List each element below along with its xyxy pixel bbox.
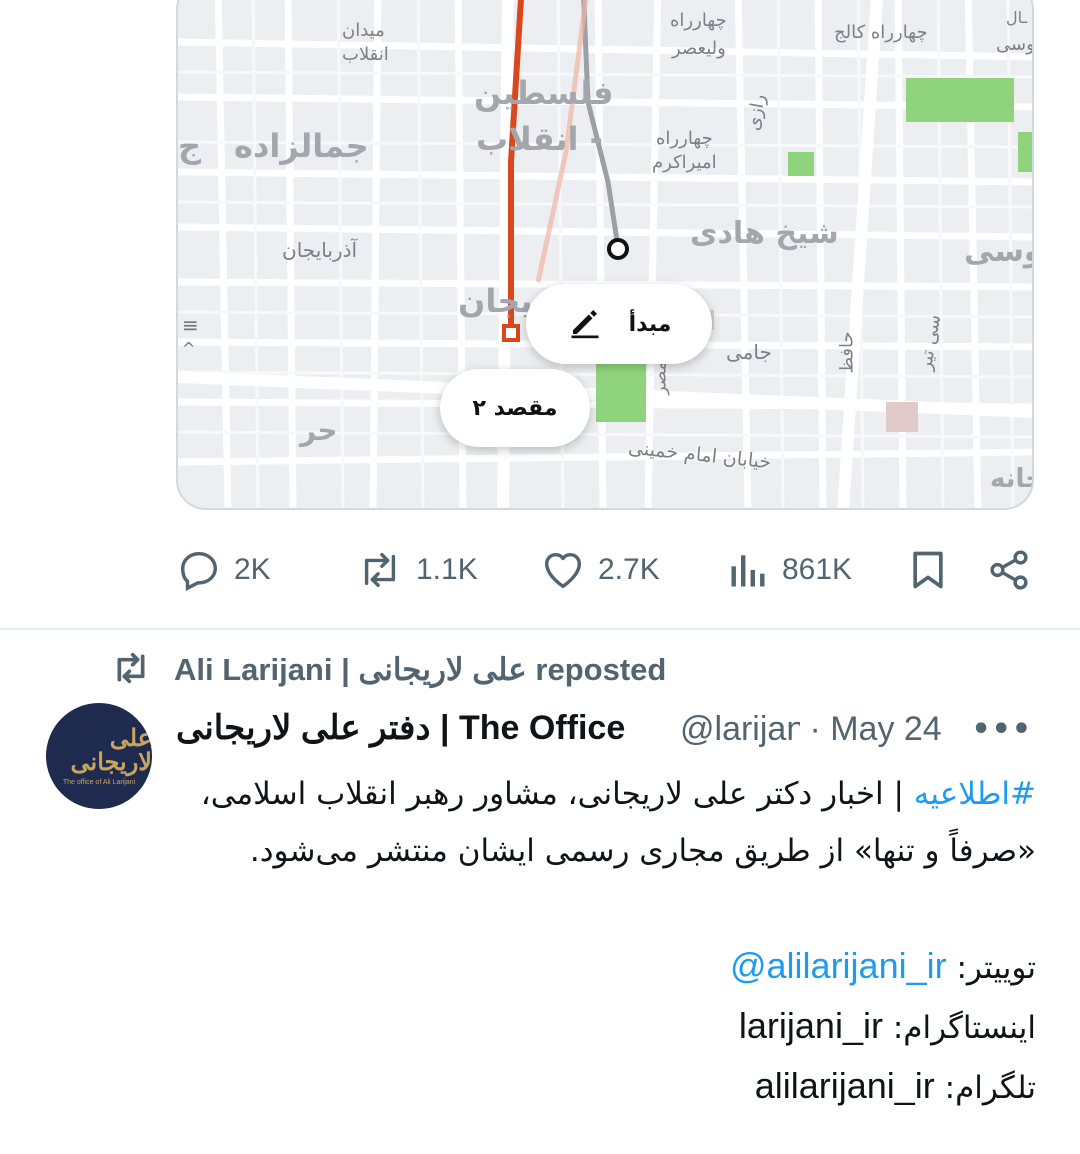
repost-button[interactable]: 1.1K — [356, 540, 478, 600]
like-button[interactable]: 2.7K — [540, 540, 660, 600]
destination-label: مقصد ۲ — [472, 395, 558, 421]
svg-text:≡: ≡ — [182, 313, 199, 337]
map-label: خانه — [990, 464, 1032, 494]
map-label: فلسطین — [474, 74, 614, 112]
repost-count: 1.1K — [416, 553, 478, 586]
more-options-icon[interactable]: ••• — [971, 712, 1032, 747]
map-label: ج — [178, 127, 202, 165]
telegram-label: تلگرام: — [934, 1070, 1036, 1106]
tweet-paragraph: #اطلاعیه | اخبار دکتر علی لاریجانی، مشاو… — [176, 766, 1036, 880]
repost-context[interactable]: Ali Larijani | علی لاریجانی reposted — [110, 648, 666, 692]
map-label: ـال — [1006, 8, 1028, 27]
map-label: - انقلاب — [476, 120, 603, 158]
telegram-line: تلگرام: alilarijani_ir — [176, 1057, 1036, 1117]
map-label: یجان — [458, 282, 533, 320]
map-label: حر — [300, 414, 338, 447]
instagram-label: اینستاگرام: — [882, 1010, 1036, 1046]
display-name[interactable]: دفتر علی لاریجانی | The Office — [176, 708, 625, 748]
map-label: آذربایجان — [282, 238, 358, 262]
map-label: مصر — [650, 361, 671, 395]
map-image-card[interactable]: ≡ ^ میدان انقلاب جمالزاده ج فلسطین - انق… — [176, 0, 1034, 510]
separator-dot: · — [800, 710, 831, 748]
telegram-handle: alilarijani_ir — [754, 1065, 935, 1106]
map-label: میدان — [342, 20, 385, 41]
views-button[interactable]: 861K — [726, 540, 852, 600]
avatar-logo-subtext: The office of Ali Larijani — [62, 779, 136, 786]
destination-marker — [502, 324, 520, 342]
map-label: ولیعصر — [672, 38, 726, 59]
tweet-text: #اطلاعیه | اخبار دکتر علی لاریجانی، مشاو… — [176, 766, 1036, 1117]
share-button[interactable] — [986, 540, 1032, 600]
map-label: شیخ هادی — [690, 216, 839, 251]
tweet-header: دفتر علی لاریجانی | The Office @larijani… — [176, 704, 1038, 756]
share-icon — [986, 547, 1032, 593]
map-label: جامی — [726, 340, 772, 364]
svg-text:^: ^ — [182, 339, 195, 358]
tweet-date[interactable]: May 24 — [830, 710, 942, 749]
origin-label: مبدأ — [628, 311, 672, 337]
handle-and-date: @larijani_ir · May 24 — [680, 710, 972, 749]
avatar-logo-text: علی لاریجانی — [70, 723, 152, 776]
bookmark-button[interactable] — [906, 540, 950, 600]
reply-icon — [176, 547, 222, 593]
map-label: وسی — [964, 234, 1032, 269]
map-label: جمالزاده — [234, 127, 369, 165]
reply-count: 2K — [234, 553, 271, 586]
repost-icon — [110, 648, 152, 692]
reply-button[interactable]: 2K — [176, 540, 271, 600]
twitter-line: توییتر: @alilarijani_ir — [176, 937, 1036, 997]
map-label: چهارراه — [670, 10, 727, 31]
map-label: وسی — [996, 34, 1034, 55]
avatar[interactable]: علی لاریجانی The office of Ali Larijani — [46, 703, 152, 809]
map-label: چهارراه — [656, 128, 713, 149]
origin-bubble[interactable]: مبدأ — [526, 284, 712, 364]
bookmark-icon — [906, 547, 950, 593]
tweet-actions-bar: 2K 1.1K 2.7K 861K — [0, 540, 1080, 600]
user-handle[interactable]: @larijani_ir — [680, 710, 800, 749]
edit-pencil-icon[interactable] — [567, 304, 603, 344]
destination-bubble[interactable]: مقصد ۲ — [440, 369, 590, 447]
park-area — [906, 78, 1014, 122]
twitter-mention-link[interactable]: @alilarijani_ir — [730, 945, 947, 986]
repost-icon — [356, 547, 404, 593]
map-label: حافظ — [836, 331, 858, 374]
tweet-divider — [0, 628, 1080, 630]
instagram-line: اینستاگرام: larijani_ir — [176, 997, 1036, 1057]
views-bar-chart-icon — [726, 547, 770, 593]
map-label: امیراکرم — [652, 152, 717, 173]
tweet-paragraph-text: | اخبار دکتر علی لاریجانی، مشاور رهبر ان… — [200, 776, 1036, 869]
map-label: انقلاب — [342, 44, 389, 65]
hashtag-link[interactable]: #اطلاعیه — [914, 776, 1036, 812]
like-count: 2.7K — [598, 553, 660, 586]
heart-icon — [540, 547, 586, 593]
repost-text: Ali Larijani | علی لاریجانی reposted — [174, 652, 667, 687]
views-count: 861K — [782, 553, 853, 586]
twitter-label: توییتر: — [946, 950, 1036, 986]
map-label: چهارراه کالج — [834, 22, 928, 43]
instagram-handle: larijani_ir — [738, 1005, 883, 1046]
origin-marker — [607, 238, 629, 260]
